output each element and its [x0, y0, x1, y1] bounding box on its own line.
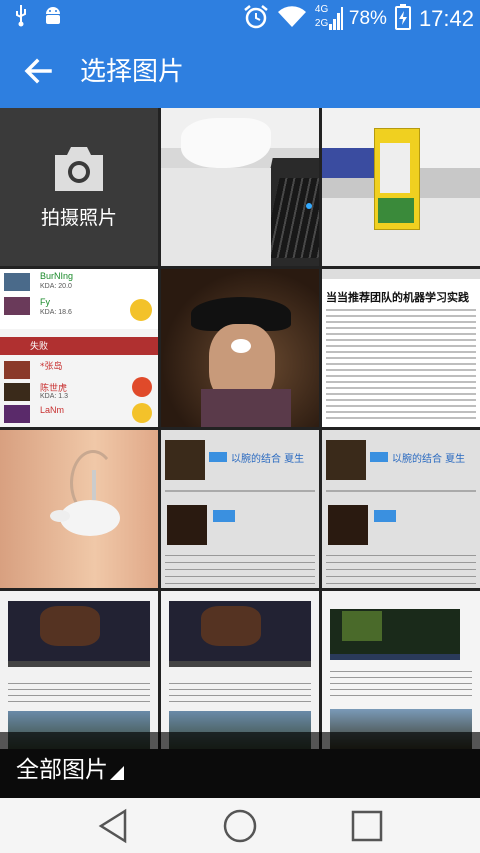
photo-thumbnail[interactable]: BurNIng KDA: 20.0 Fy KDA: 18.6 失败 *张岛 陈世… — [0, 269, 158, 427]
photo-thumbnail[interactable] — [322, 108, 480, 266]
article-headline: 当当推荐团队的机器学习实践 — [326, 291, 469, 304]
photo-thumbnail[interactable] — [161, 269, 319, 427]
photo-thumbnail[interactable]: 以腕的结合 夏生 — [322, 430, 480, 588]
nav-home-icon — [223, 809, 257, 843]
battery-charging-icon — [394, 4, 411, 34]
camera-icon — [55, 146, 103, 191]
signal-icon: 4G 2G — [314, 4, 343, 32]
nav-back-icon — [98, 808, 127, 844]
team-label: 失败 — [30, 342, 49, 352]
nav-recents-button[interactable] — [347, 806, 387, 846]
nav-recents-icon — [351, 810, 383, 842]
system-nav-bar — [0, 798, 480, 853]
dropdown-triangle-icon — [110, 766, 124, 780]
network-2g-label: 2G — [314, 18, 329, 29]
page-title: 选择图片 — [80, 57, 185, 87]
app-bar: 选择图片 — [0, 33, 480, 108]
photo-thumbnail[interactable] — [322, 591, 480, 749]
player-name: BurNIng — [40, 271, 74, 281]
photo-thumbnail[interactable]: 以腕的结合 夏生 — [161, 430, 319, 588]
player-stat: KDA: 18.6 — [40, 309, 72, 316]
take-photo-label: 拍摄照片 — [40, 206, 117, 229]
alarm-icon — [243, 4, 269, 34]
photo-thumbnail[interactable]: 当当推荐团队的机器学习实践 — [322, 269, 480, 427]
usb-icon — [14, 5, 28, 31]
photo-thumbnail[interactable] — [161, 591, 319, 749]
android-debug-icon — [42, 5, 64, 31]
battery-percent: 78% — [348, 8, 387, 29]
wifi-icon — [277, 5, 307, 33]
status-bar: 4G 2G 78% 17:42 — [0, 0, 480, 33]
back-button[interactable] — [20, 51, 60, 91]
photo-thumbnail[interactable] — [0, 591, 158, 749]
folder-bar: 全部图片 — [0, 732, 480, 798]
player-stat: KDA: 20.0 — [40, 283, 72, 290]
arrow-back-icon — [24, 58, 52, 84]
take-photo-button[interactable]: 拍摄照片 — [0, 108, 158, 266]
clock: 17:42 — [418, 6, 474, 31]
photo-thumbnail[interactable] — [161, 108, 319, 266]
player-name: *张岛 — [40, 362, 63, 372]
player-name: LaNm — [40, 405, 65, 415]
network-4g-label: 4G — [314, 4, 329, 15]
webpage-badge-text: 以腕的结合 夏生 — [392, 454, 466, 465]
folder-label: 全部图片 — [16, 757, 108, 783]
nav-back-button[interactable] — [95, 806, 135, 846]
webpage-badge-text: 以腕的结合 夏生 — [231, 454, 305, 465]
player-name: Fy — [40, 297, 50, 307]
player-stat: KDA: 1.3 — [40, 393, 69, 400]
nav-home-button[interactable] — [220, 806, 260, 846]
photo-thumbnail[interactable] — [0, 430, 158, 588]
photo-grid: 拍摄照片 BurNIng KDA: 20.0 Fy KDA: 18.6 失败 *… — [0, 108, 480, 798]
folder-selector[interactable]: 全部图片 — [16, 750, 124, 784]
